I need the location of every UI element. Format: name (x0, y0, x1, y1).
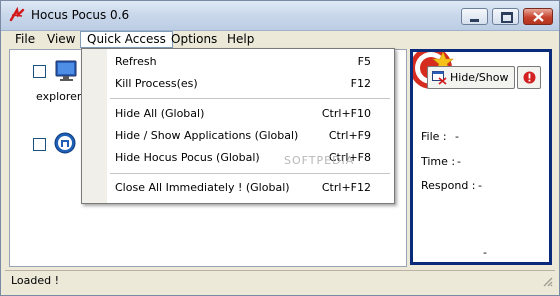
window-title: Hocus Pocus 0.6 (31, 8, 130, 22)
file-value: - (455, 130, 459, 143)
status-bar: Loaded ! (5, 270, 555, 289)
menu-item-label: Hide Hocus Pocus (Global) (115, 151, 260, 164)
explorer-monitor-icon[interactable] (54, 60, 80, 82)
quick-access-menu: Refresh F5 Kill Process(es) F12 Hide All… (81, 48, 395, 204)
watermark: SOFTPEDIA (284, 154, 355, 167)
menu-item-hide-all[interactable]: Hide All (Global) Ctrl+F10 (115, 105, 385, 123)
minimize-button[interactable] (461, 8, 488, 25)
title-bar[interactable]: Hocus Pocus 0.6 (1, 1, 559, 31)
respond-value: - (478, 179, 482, 192)
close-button[interactable] (523, 8, 553, 25)
hocus-pocus-app-icon (9, 7, 25, 22)
menu-item-shortcut: Ctrl+F12 (321, 181, 371, 194)
application-icon[interactable] (54, 132, 76, 154)
menu-item-close-all-immediately[interactable]: Close All Immediately ! (Global) Ctrl+F1… (115, 179, 385, 197)
menu-quick-access[interactable]: Quick Access (80, 31, 173, 48)
file-label: File : (421, 130, 447, 143)
menu-item-shortcut: F12 (350, 77, 371, 90)
menu-file[interactable]: File (9, 31, 41, 47)
app-window: Hocus Pocus 0.6 File View Quick Access O… (0, 0, 560, 296)
hide-show-label: Hide/Show (450, 71, 509, 84)
app-label-explorer: explorer (36, 90, 82, 103)
menu-gutter (82, 49, 107, 203)
menu-options[interactable]: Options (165, 31, 223, 47)
app-checkbox-2[interactable] (33, 138, 46, 151)
bottom-value: - (483, 246, 487, 259)
warning-icon (523, 71, 536, 84)
hide-show-icon (432, 71, 447, 85)
menu-item-shortcut: Ctrl+F9 (328, 129, 371, 142)
menu-item-label: Refresh (115, 55, 157, 68)
menu-separator (110, 98, 390, 99)
maximize-button[interactable] (492, 8, 519, 25)
menu-item-shortcut: Ctrl+F10 (321, 107, 371, 120)
menu-view[interactable]: View (41, 31, 81, 47)
maximize-icon (501, 12, 513, 23)
menu-item-shortcut: F5 (357, 55, 371, 68)
time-label: Time : (421, 155, 456, 168)
menu-bar: File View Quick Access Options Help (1, 31, 559, 48)
close-icon (533, 12, 544, 22)
menu-separator (110, 173, 390, 174)
kill-process-button[interactable] (517, 66, 541, 89)
menu-item-kill-processes[interactable]: Kill Process(es) F12 (115, 75, 385, 93)
resize-grip-icon[interactable] (541, 275, 553, 287)
menu-item-hide-show-applications[interactable]: Hide / Show Applications (Global) Ctrl+F… (115, 127, 385, 145)
app-checkbox-explorer[interactable] (33, 65, 46, 78)
status-text: Loaded ! (11, 274, 60, 287)
hide-show-button[interactable]: Hide/Show (427, 66, 515, 89)
respond-label: Respond : (421, 179, 476, 192)
menu-help[interactable]: Help (221, 31, 260, 47)
minimize-icon (470, 19, 479, 22)
menu-item-label: Kill Process(es) (115, 77, 198, 90)
menu-item-label: Close All Immediately ! (Global) (115, 181, 290, 194)
menu-item-refresh[interactable]: Refresh F5 (115, 53, 385, 71)
menu-item-label: Hide / Show Applications (Global) (115, 129, 299, 142)
time-value: - (457, 155, 461, 168)
details-panel: Hide/Show File : - Time : - Respond : - … (410, 49, 552, 265)
menu-item-label: Hide All (Global) (115, 107, 205, 120)
